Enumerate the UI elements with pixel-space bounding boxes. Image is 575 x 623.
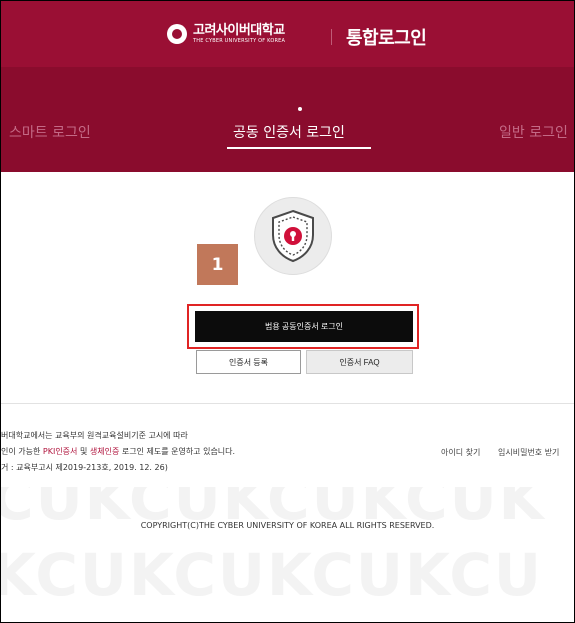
logo-english-name: THE CYBER UNIVERSITY OF KOREA [193, 38, 286, 44]
shield-lock-icon [272, 209, 314, 263]
copyright-text: COPYRIGHT(C)THE CYBER UNIVERSITY OF KORE… [140, 521, 435, 530]
notice-text: 버대학교에서는 교육부의 원격교육설비기준 고시에 따라 인이 가능한 PKI인… [1, 428, 235, 476]
tab-general-login[interactable]: 일반 로그인 [499, 122, 568, 142]
tab-smart-login[interactable]: 스마트 로그인 [9, 122, 91, 142]
temp-password-link[interactable]: 임시비밀번호 받기 [498, 447, 559, 458]
step-number-badge: 1 [197, 244, 238, 285]
find-id-link[interactable]: 아이디 찾기 [441, 447, 480, 458]
biometric-auth-highlight: 생체인증 [89, 447, 120, 456]
tab-certificate-login[interactable]: 공동 인증서 로그인 [233, 122, 345, 142]
page-frame: 고려사이버대학교 THE CYBER UNIVERSITY OF KOREA 통… [0, 0, 575, 623]
notice-line-2: 인이 가능한 PKI인증서 및 생체인증 로그인 제도를 운영하고 있습니다. [1, 447, 236, 456]
notice-line-1: 버대학교에서는 교육부의 원격교육설비기준 고시에 따라 [1, 431, 188, 440]
footer: CUKCUKCUKCUK KCUKCUKCUKCU COPYRIGHT(C)TH… [1, 487, 574, 622]
universal-certificate-login-button[interactable]: 범용 공동인증서 로그인 [195, 311, 413, 342]
university-emblem-icon [167, 24, 187, 44]
header-separator [331, 29, 332, 45]
university-logo[interactable]: 고려사이버대학교 THE CYBER UNIVERSITY OF KOREA [167, 24, 285, 44]
section-divider [1, 403, 574, 404]
login-tabs: 스마트 로그인 공동 인증서 로그인 일반 로그인 [1, 67, 574, 172]
certificate-register-button[interactable]: 인증서 등록 [196, 350, 301, 374]
active-tab-indicator-dot [298, 107, 302, 111]
certificate-illustration [254, 197, 332, 275]
logo-korean-name: 고려사이버대학교 [193, 23, 285, 38]
pki-certificate-highlight: PKI인증서 [42, 447, 78, 456]
page-title: 통합로그인 [346, 28, 427, 49]
notice-line-3: 거 : 교육부고시 제2019-213호, 2019. 12. 26) [1, 463, 168, 472]
certificate-faq-button[interactable]: 인증서 FAQ [306, 350, 413, 374]
header: 고려사이버대학교 THE CYBER UNIVERSITY OF KOREA 통… [1, 1, 574, 67]
footer-watermark: KCUKCUKCUKCU [1, 541, 544, 609]
active-tab-underline [227, 147, 371, 149]
